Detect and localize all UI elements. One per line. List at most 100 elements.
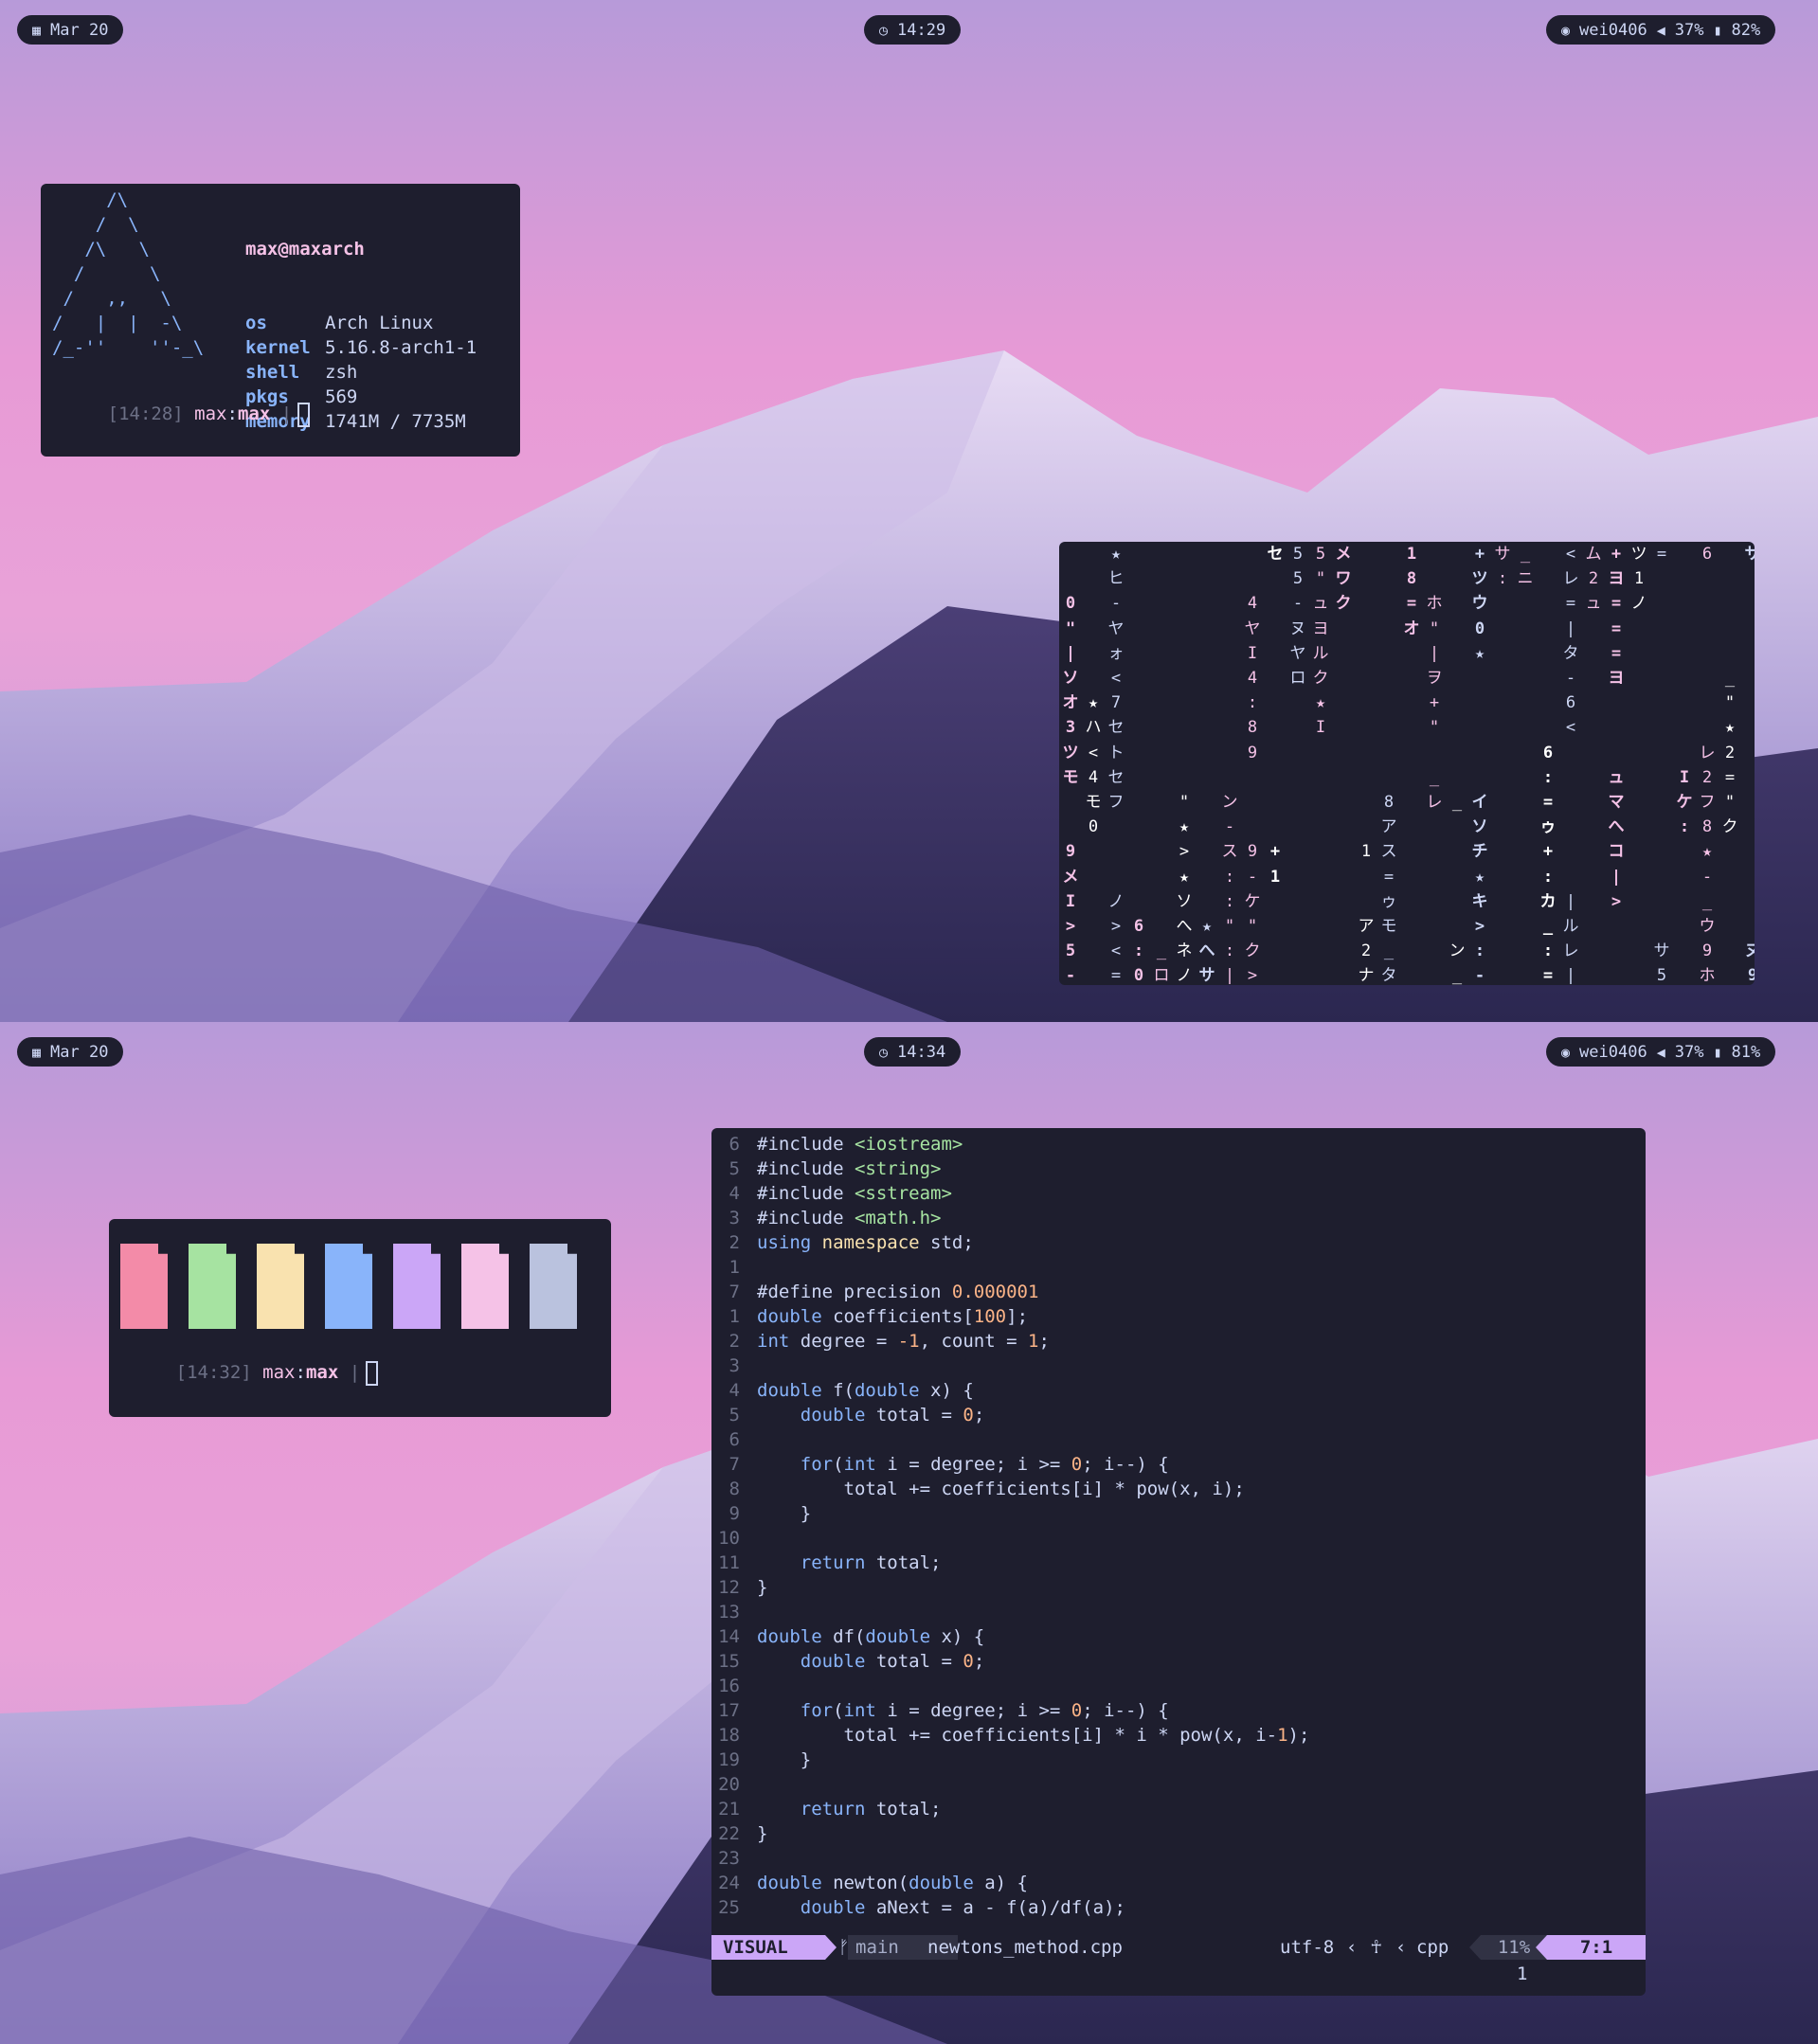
line-number: 24 [718, 1873, 740, 1893]
code-line[interactable]: 15 double total = 0; [711, 1649, 1640, 1674]
matrix-column: + ヨ = = = ヨ ュ マ へ コ | > [1608, 545, 1625, 911]
matrix-column: " ★ > ★ ソ へ ネ ノ [1176, 793, 1193, 985]
prompt-user: max [262, 1362, 296, 1383]
ascii-art-line: / \ [52, 263, 161, 284]
status-pill[interactable]: ◉ wei0406 ◀ 37% ▮ 81% [1546, 1037, 1776, 1067]
code-line[interactable]: 11 return total; [711, 1551, 1640, 1575]
line-number: 1 [729, 1257, 740, 1278]
fetch-terminal[interactable]: /\ / \ /\ \ / \ / ,, \ / | | -\ /_-'' ''-_… [41, 184, 520, 457]
code-line[interactable]: 2 using namespace std; [711, 1230, 1640, 1255]
shell-prompt[interactable]: [14:32] max:max | [111, 1336, 379, 1410]
matrix-column: 1 ア 2 ナ [1358, 842, 1375, 985]
code-line[interactable]: 1 [711, 1255, 1640, 1280]
matrix-column: < レ = | タ - 6 < | ル レ | ネ [1562, 545, 1579, 985]
clock-pill[interactable]: ◷ 14:34 [864, 1037, 962, 1067]
code-line[interactable]: 2 int degree = -1, count = 1; [711, 1329, 1640, 1354]
info-value: 1741M / 7735M [325, 411, 466, 432]
matrix-column: 1 8 = オ [1403, 545, 1420, 638]
code-line[interactable]: 20 [711, 1772, 1640, 1797]
percent-arrow [1469, 1935, 1481, 1960]
matrix-column: サ : [1494, 545, 1511, 589]
code-text: double total = 0; [800, 1405, 985, 1425]
prompt-colon: : [226, 403, 238, 424]
date-pill[interactable]: ▦ Mar 20 [17, 1037, 124, 1067]
code-editor[interactable]: 6 #include <iostream> 5 #include <string> 4 #… [711, 1128, 1646, 1996]
matrix-column: ホ " | ヲ + " _ レ [1426, 594, 1443, 813]
file-encoding: utf-8 [1280, 1937, 1335, 1958]
code-line[interactable]: 7 for(int i = degree; i >= 0; i--) { [711, 1452, 1640, 1477]
code-line[interactable]: 13 [711, 1600, 1640, 1624]
matrix-column: 0 " | ソ オ 3 ツ モ 9 メ I > 5 - [1062, 594, 1079, 985]
matrix-column: 5 5 - ヌ ヤ ロ [1289, 545, 1306, 689]
editor-statusline: VISUAL ᚠ main newtons_method.cpp utf-8 ‹… [711, 1935, 1646, 1960]
code-line[interactable]: 8 total += coefficients[i] * pow(x, i); [711, 1477, 1640, 1501]
shell-prompt[interactable]: [14:28] max:max | [43, 377, 311, 452]
code-line[interactable]: 5 double total = 0; [711, 1403, 1640, 1427]
network-name: wei0406 [1579, 20, 1647, 40]
code-line[interactable]: 21 return total; [711, 1797, 1640, 1821]
code-text: } [757, 1577, 768, 1598]
line-number: 20 [718, 1774, 740, 1795]
clock-text: 14:34 [897, 1042, 946, 1062]
matrix-column: 4 ヤ I 4 : 8 9 9 - ケ " ク > [1244, 594, 1261, 985]
matrix-column: ★ へ サ [1198, 917, 1215, 985]
code-line[interactable]: 10 [711, 1526, 1640, 1551]
code-line[interactable]: 17 for(int i = degree; i >= 0; i--) { [711, 1698, 1640, 1723]
matrix-column: 5 " ュ ヨ ル ク ★ I [1312, 545, 1329, 738]
command-line[interactable]: 1 [1517, 1962, 1527, 1986]
battery-icon: ▮ [1713, 1043, 1722, 1061]
ascii-art-line: /\ [52, 189, 129, 210]
matrix-column: _ ロ [1153, 941, 1170, 985]
code-line[interactable]: 9 } [711, 1501, 1640, 1526]
date-text: Mar 20 [50, 1042, 109, 1062]
terminal-cursor [297, 402, 311, 427]
date-pill[interactable]: ▦ Mar 20 [17, 15, 124, 45]
battery-level: 82% [1731, 20, 1761, 40]
code-line[interactable]: 25 double aNext = a - f(a)/df(a); [711, 1895, 1640, 1920]
code-line[interactable]: 6 #include <iostream> [711, 1132, 1640, 1156]
code-line[interactable]: 1 double coefficients[100]; [711, 1304, 1640, 1329]
matrix-column: 6 : 0 [1133, 917, 1144, 985]
ascii-art-line: / | | -\ [52, 313, 183, 333]
clock-icon: ◷ [879, 1043, 889, 1061]
code-text: } [757, 1503, 812, 1524]
code-line[interactable]: 14 double df(double x) { [711, 1624, 1640, 1649]
code-line[interactable]: 3 [711, 1354, 1640, 1378]
code-line[interactable]: 16 [711, 1674, 1640, 1698]
code-line[interactable]: 22} [711, 1821, 1640, 1846]
line-number: 11 [718, 1552, 740, 1573]
code-line[interactable]: 18 total += coefficients[i] * i * pow(x,… [711, 1723, 1640, 1748]
line-number: 12 [718, 1577, 740, 1598]
clock-pill[interactable]: ◷ 14:29 [864, 15, 962, 45]
matrix-column: サ ヌ 9 ヒ [1744, 545, 1755, 985]
code-line[interactable]: 23 [711, 1846, 1640, 1871]
color-swatch [189, 1244, 236, 1329]
code-text: double newton(double a) { [757, 1873, 1028, 1893]
code-line[interactable]: 24 double newton(double a) { [711, 1871, 1640, 1895]
info-row: kernel 5.16.8-arch1-1 [245, 335, 477, 360]
chevron-left-icon: ‹ [1395, 1937, 1407, 1958]
matrix-column: I ケ : [1676, 767, 1693, 837]
line-number: 6 [729, 1429, 740, 1450]
palette-terminal[interactable]: [14:32] max:max | [109, 1219, 611, 1417]
code-text: #include <string> [757, 1158, 942, 1179]
info-key: kernel [245, 337, 311, 358]
prompt-host: max [237, 403, 271, 424]
code-line[interactable]: 19 } [711, 1748, 1640, 1772]
code-line[interactable]: 6 [711, 1427, 1640, 1452]
code-line[interactable]: 3 #include <math.h> [711, 1206, 1640, 1230]
code-text: #include <math.h> [757, 1208, 942, 1228]
code-text: for(int i = degree; i >= 0; i--) { [800, 1700, 1169, 1721]
code-line[interactable]: 4 #include <sstream> [711, 1181, 1640, 1206]
status-pill[interactable]: ◉ wei0406 ◀ 37% ▮ 82% [1546, 15, 1776, 45]
info-value: 5.16.8-arch1-1 [325, 337, 477, 358]
code-line[interactable]: 7 #define precision 0.000001 [711, 1280, 1640, 1304]
code-line[interactable]: 12} [711, 1575, 1640, 1600]
code-line[interactable]: 5 #include <string> [711, 1156, 1640, 1181]
matrix-terminal[interactable]: 0 " | ソ オ 3 ツ モ 9 メ I > 5 - ★ ハ < 4 モ 0 ★… [1059, 542, 1755, 985]
code-line[interactable]: 4 double f(double x) { [711, 1378, 1640, 1403]
matrix-column: 6 レ 2 フ 8 ★ - _ ウ 9 ホ ★ [1699, 545, 1716, 985]
volume-level: 37% [1674, 20, 1704, 40]
code-text: double f(double x) { [757, 1380, 974, 1401]
matrix-column: メ ワ ク [1335, 545, 1352, 614]
